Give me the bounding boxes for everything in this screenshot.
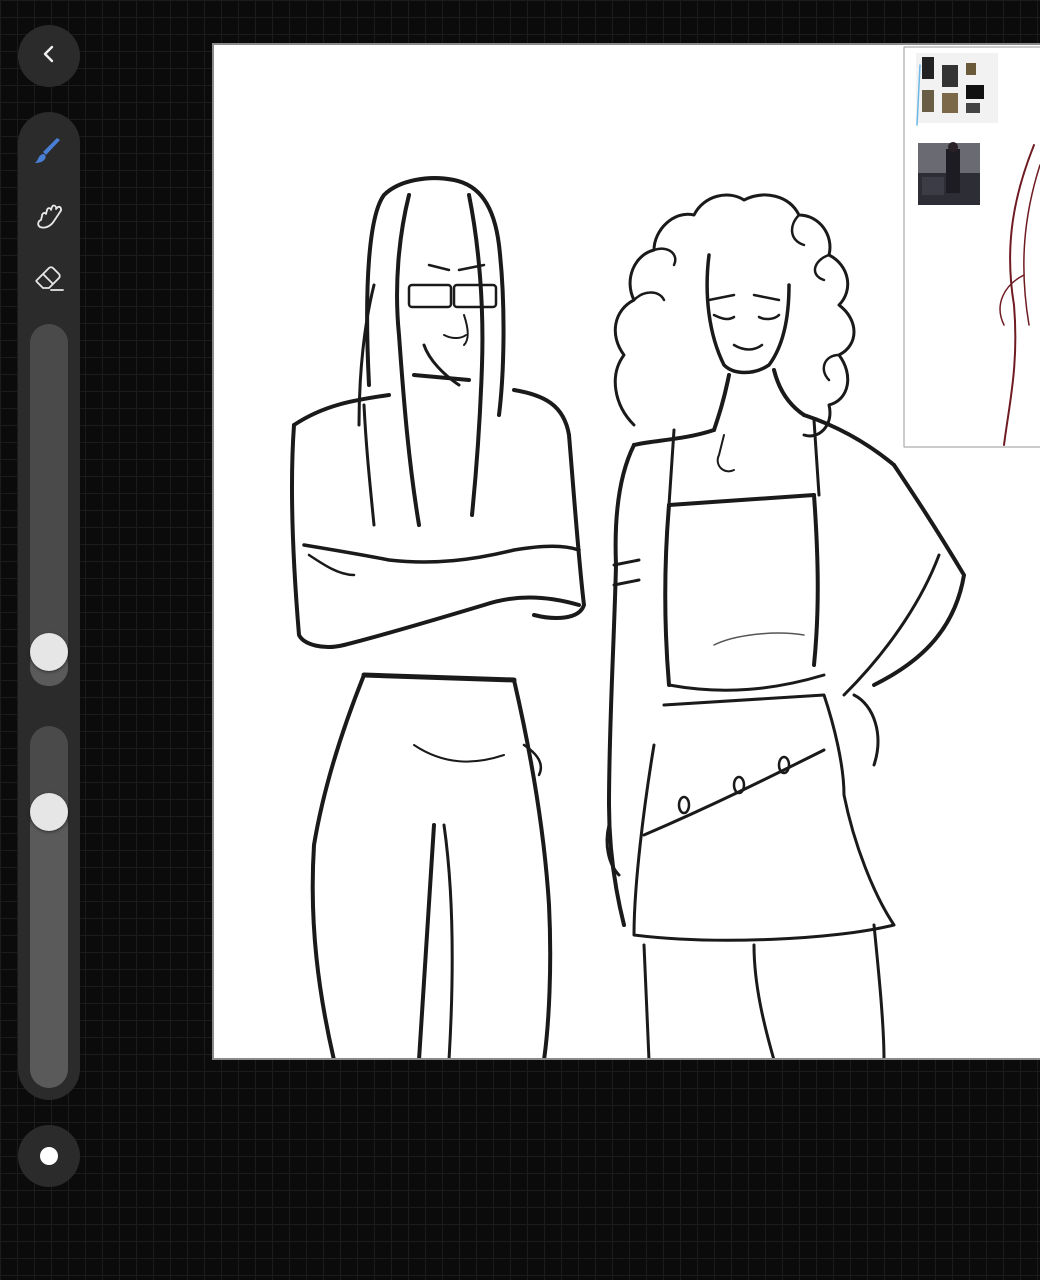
figure-left-sketch xyxy=(289,176,586,1058)
brush-opacity-thumb[interactable] xyxy=(30,793,68,831)
sketch-artwork xyxy=(289,46,1040,1058)
smudge-icon xyxy=(32,199,66,238)
brush-opacity-fill xyxy=(30,809,68,1088)
brush-icon xyxy=(32,135,66,174)
color-picker-button[interactable] xyxy=(18,1125,80,1187)
current-color-swatch xyxy=(40,1147,58,1165)
brush-tool-button[interactable] xyxy=(27,132,71,176)
smudge-tool-button[interactable] xyxy=(27,196,71,240)
eraser-tool-button[interactable] xyxy=(27,258,71,302)
outfit-reference-thumbnail xyxy=(916,53,998,126)
chevron-left-icon xyxy=(38,43,60,70)
back-button[interactable] xyxy=(18,25,80,87)
brush-opacity-slider[interactable] xyxy=(30,726,68,1088)
photo-reference-thumbnail xyxy=(918,142,980,205)
reference-panel-area xyxy=(903,46,1040,448)
tool-sidebar xyxy=(18,112,80,1100)
eraser-icon xyxy=(32,261,66,300)
drawing-canvas[interactable] xyxy=(212,43,1040,1060)
brush-size-slider[interactable] xyxy=(30,324,68,686)
brush-size-thumb[interactable] xyxy=(30,633,68,671)
